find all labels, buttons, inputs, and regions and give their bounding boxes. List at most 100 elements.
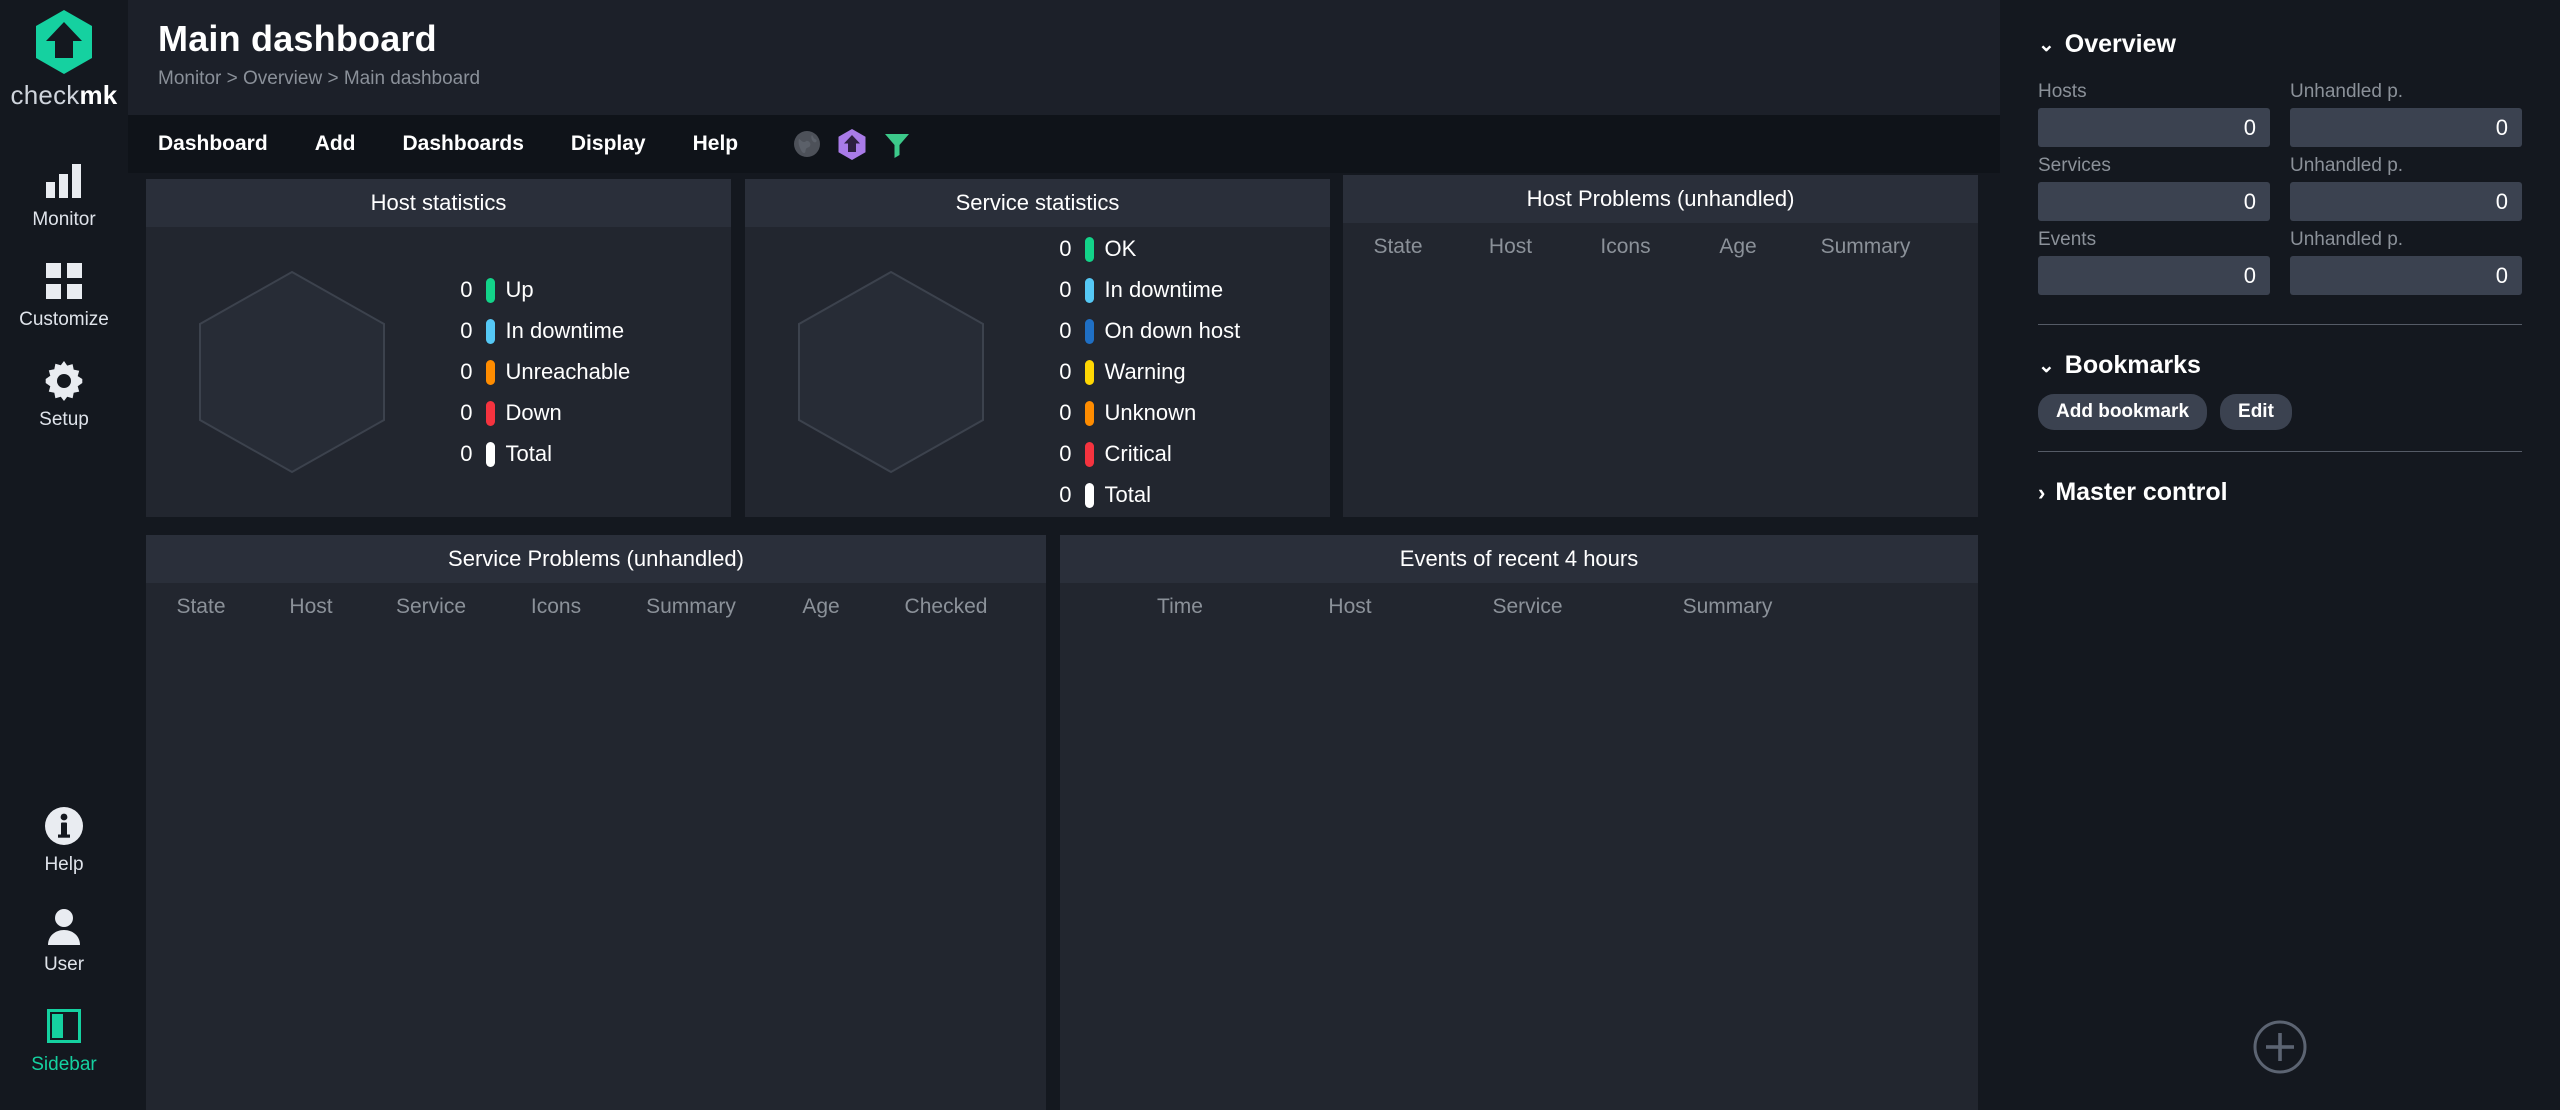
legend-value: 0 <box>1059 441 1072 466</box>
legend-label: Total <box>505 441 552 466</box>
legend-label: On down host <box>1104 318 1241 343</box>
legend-row[interactable]: 0 Total <box>1038 475 1331 516</box>
overview-label-services: Services <box>2038 155 2111 176</box>
column-header-icons[interactable]: Icons <box>1568 235 1683 259</box>
column-header-summary[interactable]: Summary <box>1620 595 1835 619</box>
column-header-service[interactable]: Service <box>366 595 496 619</box>
column-header-host[interactable]: Host <box>256 595 366 619</box>
overview-value-events-unhandled[interactable]: 0 <box>2290 256 2522 295</box>
overview-value-hosts[interactable]: 0 <box>2038 108 2270 147</box>
brand-name: checkmk <box>11 80 118 111</box>
filter-funnel-icon[interactable] <box>883 130 911 158</box>
legend-row[interactable]: 0 On down host <box>1038 311 1331 352</box>
column-header-age[interactable]: Age <box>1683 235 1793 259</box>
overview-value-services-unhandled[interactable]: 0 <box>2290 182 2522 221</box>
menu-item-help[interactable]: Help <box>693 132 765 156</box>
overview-value-hosts-unhandled[interactable]: 0 <box>2290 108 2522 147</box>
legend-row[interactable]: 0 Total <box>439 434 732 475</box>
panel-title: Service statistics <box>745 179 1330 227</box>
legend-value: 0 <box>1059 482 1072 507</box>
sidebar-item-help[interactable]: Help <box>0 790 128 890</box>
column-header-state[interactable]: State <box>1343 235 1453 259</box>
panel-host-statistics: Host statistics 0 Up 0 In downtime 0 Unreac… <box>146 179 731 517</box>
sidebar-item-sidebar[interactable]: Sidebar <box>0 990 128 1090</box>
main-content-column: Main dashboard Monitor > Overview > Main… <box>128 0 2000 1110</box>
add-bookmark-button[interactable]: Add bookmark <box>2038 394 2208 430</box>
sidebar-section-master-control-header[interactable]: › Master control <box>2038 478 2522 507</box>
legend-row[interactable]: 0 In downtime <box>1038 270 1331 311</box>
column-header-state[interactable]: State <box>146 595 256 619</box>
legend-row[interactable]: 0 In downtime <box>439 311 732 352</box>
legend-label: Critical <box>1104 441 1172 466</box>
dashboard-board: Host statistics 0 Up 0 In downtime 0 Unreac… <box>128 173 2000 1110</box>
chevron-down-icon: ⌄ <box>2038 354 2055 377</box>
checkmk-hexagon-icon[interactable] <box>837 128 867 161</box>
overview-label-events-unhandled: Unhandled p. <box>2290 229 2404 250</box>
sidebar-section-bookmarks-header[interactable]: ⌄ Bookmarks <box>2038 351 2522 380</box>
menu-item-add[interactable]: Add <box>315 132 382 156</box>
menu-item-dashboards[interactable]: Dashboards <box>403 132 550 156</box>
column-header-service[interactable]: Service <box>1435 595 1620 619</box>
legend-row[interactable]: 0 Down <box>439 393 732 434</box>
menu-item-display[interactable]: Display <box>571 132 672 156</box>
legend-row[interactable]: 0 Critical <box>1038 434 1331 475</box>
overview-label-services-unhandled: Unhandled p. <box>2290 155 2404 176</box>
column-header-time[interactable]: Time <box>1095 595 1265 619</box>
hexagon-outline <box>199 270 386 474</box>
brand-logo-block[interactable]: checkmk <box>11 8 118 111</box>
column-header-checked[interactable]: Checked <box>876 595 1016 619</box>
sidebar-panel-icon <box>47 1005 81 1047</box>
add-snapin-button[interactable] <box>2252 1019 2308 1080</box>
legend-label: Unreachable <box>505 359 631 384</box>
sidebar-section-title: Overview <box>2064 30 2176 58</box>
legend-row[interactable]: 0 Up <box>439 270 732 311</box>
legend-color-swatch <box>1084 318 1094 344</box>
column-header-host[interactable]: Host <box>1265 595 1435 619</box>
legend-value: 0 <box>460 318 473 343</box>
legend-label: In downtime <box>505 318 625 343</box>
legend-label: Unknown <box>1104 400 1197 425</box>
legend-value: 0 <box>1059 359 1072 384</box>
menu-item-dashboard[interactable]: Dashboard <box>158 132 294 156</box>
edit-bookmarks-button[interactable]: Edit <box>2220 394 2292 430</box>
chevron-right-icon: › <box>2038 479 2046 505</box>
sidebar-item-setup[interactable]: Setup <box>0 345 128 445</box>
bar-chart-icon <box>44 160 84 202</box>
globe-icon[interactable] <box>793 130 821 158</box>
overview-grid: Hosts Unhandled p. 0 0 Services Unhandle… <box>2038 81 2522 303</box>
legend-row[interactable]: 0 Unreachable <box>439 352 732 393</box>
legend-label: Warning <box>1104 359 1186 384</box>
legend-label: In downtime <box>1104 277 1224 302</box>
legend-row[interactable]: 0 Unknown <box>1038 393 1331 434</box>
legend-color-swatch <box>485 318 495 344</box>
overview-label-hosts: Hosts <box>2038 81 2087 102</box>
sidebar-item-user[interactable]: User <box>0 890 128 990</box>
column-header-age[interactable]: Age <box>766 595 876 619</box>
legend-color-swatch <box>1084 236 1094 262</box>
legend-row[interactable]: 0 OK <box>1038 229 1331 270</box>
host-hexagon-chart <box>146 267 439 477</box>
overview-value-services[interactable]: 0 <box>2038 182 2270 221</box>
sidebar-section-overview-header[interactable]: ⌄ Overview <box>2038 30 2522 59</box>
panel-title: Host Problems (unhandled) <box>1343 175 1978 223</box>
legend-color-swatch <box>1084 441 1094 467</box>
sidebar-item-customize[interactable]: Customize <box>0 245 128 345</box>
column-header-icons[interactable]: Icons <box>496 595 616 619</box>
overview-value-events[interactable]: 0 <box>2038 256 2270 295</box>
sidebar-item-monitor[interactable]: Monitor <box>0 145 128 245</box>
panel-service-statistics: Service statistics 0 OK 0 In downtime 0 On … <box>745 179 1330 517</box>
sidebar-item-label: Help <box>44 853 84 875</box>
sidebar-section-master-control: › Master control <box>2038 452 2522 507</box>
main-navigation-rail: checkmk Monitor Customize Setup Help Use… <box>0 0 128 1110</box>
events-table-header: Time Host Service Summary <box>1060 583 1978 619</box>
panel-body: State Host Icons Age Summary <box>1343 223 1978 517</box>
column-header-summary[interactable]: Summary <box>1793 235 1938 259</box>
column-header-host[interactable]: Host <box>1453 235 1568 259</box>
legend-row[interactable]: 0 Warning <box>1038 352 1331 393</box>
panel-host-problems: Host Problems (unhandled) State Host Ico… <box>1343 175 1978 517</box>
column-header-summary[interactable]: Summary <box>616 595 766 619</box>
menubar-icon-group <box>793 128 911 161</box>
legend-value: 0 <box>1059 400 1072 425</box>
legend-color-swatch <box>1084 277 1094 303</box>
overview-label-hosts-unhandled: Unhandled p. <box>2290 81 2404 102</box>
